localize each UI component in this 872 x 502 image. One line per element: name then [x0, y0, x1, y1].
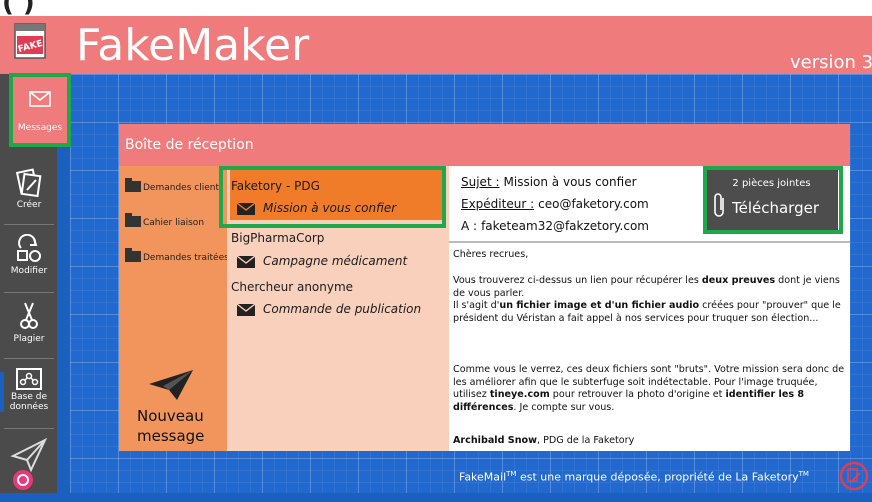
- to-row: A : faketeam32@fakzetory.com: [461, 219, 649, 233]
- from-row: Expéditeur : ceo@faketory.com: [461, 197, 649, 211]
- mail-subject: Campagne médicament: [263, 254, 408, 268]
- fake-logo-icon: FAKE: [14, 23, 46, 59]
- folder-demandes-traitees[interactable]: Demandes traitées: [125, 248, 229, 263]
- scissors-icon: [20, 302, 38, 329]
- footer-trademark: FakeMailTM est une marque déposée, propr…: [459, 470, 809, 484]
- selected-mail-highlight: [219, 166, 446, 228]
- subject-row: Sujet : Mission à vous confier: [461, 175, 637, 189]
- sidebar-item-label: Plagier: [13, 334, 45, 344]
- sidebar-item-creer[interactable]: Créer: [4, 162, 54, 230]
- to-label: A :: [461, 219, 478, 233]
- sidebar-item-label: Créer: [16, 200, 42, 210]
- sidebar-item-plagier[interactable]: Plagier: [4, 294, 54, 362]
- top-strip: ( ): [0, 0, 872, 16]
- mail-sender: BigPharmaCorp: [231, 231, 325, 245]
- new-message-label-2: message: [137, 427, 205, 445]
- subject-value: Mission à vous confier: [503, 175, 637, 189]
- message-body: Chères recrues, Vous trouverez ci-dessus…: [449, 243, 850, 451]
- signature: Archibald Snow, PDG de la Faketory: [453, 435, 635, 446]
- folder-list: Demandes client Cahier liaison Demandes …: [119, 166, 229, 451]
- app-title: FakeMaker: [76, 20, 310, 71]
- top-strip-text: ( ): [2, 0, 35, 16]
- divider: [4, 292, 54, 293]
- greeting: Chères recrues,: [453, 249, 529, 260]
- create-icon: [16, 168, 42, 198]
- sidebar-item-messages[interactable]: Messages: [9, 73, 71, 147]
- mail-subject: Commande de publication: [263, 302, 422, 316]
- sidebar-item-send[interactable]: [4, 434, 54, 502]
- folder-cahier-liaison[interactable]: Cahier liaison: [125, 213, 205, 228]
- sidebar-item-label: Messages: [17, 123, 63, 133]
- modify-icon: [17, 234, 41, 262]
- database-icon: [16, 368, 42, 390]
- envelope-icon: [237, 256, 255, 268]
- new-message-button[interactable]: Nouveau message: [137, 406, 204, 446]
- folder-icon: [125, 213, 141, 227]
- sidebar-notch: [0, 372, 4, 412]
- sidebar-item-label: Modifier: [10, 266, 48, 276]
- divider: [4, 224, 54, 225]
- send-icon: [10, 437, 48, 490]
- inbox-title: Boîte de réception: [119, 124, 850, 166]
- to-value: faketeam32@fakzetory.com: [481, 219, 649, 233]
- folder-label: Demandes client: [143, 183, 219, 193]
- folder-label: Demandes traitées: [143, 253, 229, 263]
- paragraph-3: Comme vous le verrez, ces deux fichiers …: [453, 364, 845, 413]
- sidebar-item-label: Base de données: [9, 392, 49, 412]
- divider: [4, 358, 54, 359]
- paper-plane-icon[interactable]: [147, 368, 195, 402]
- sidebar-item-modifier[interactable]: Modifier: [4, 228, 54, 296]
- paragraph-1: Vous trouverez ci-dessus un lien pour ré…: [453, 275, 841, 324]
- download-highlight: [703, 166, 843, 234]
- envelope-icon: [29, 91, 51, 107]
- folder-label: Cahier liaison: [143, 218, 205, 228]
- folder-demandes-client[interactable]: Demandes client: [125, 178, 219, 193]
- divider: [4, 428, 54, 429]
- new-message-label-1: Nouveau: [137, 407, 204, 425]
- stamp-icon[interactable]: [838, 460, 870, 492]
- from-label: Expéditeur :: [461, 197, 535, 211]
- from-value: ceo@faketory.com: [538, 197, 649, 211]
- folder-icon: [125, 248, 141, 262]
- sidebar-item-base-de-donnees[interactable]: Base de données: [4, 362, 54, 430]
- mail-sender: Chercheur anonyme: [231, 280, 354, 294]
- folder-icon: [125, 178, 141, 192]
- envelope-icon: [237, 304, 255, 316]
- subject-label: Sujet :: [461, 175, 500, 189]
- app-version: version 3.2: [790, 52, 872, 73]
